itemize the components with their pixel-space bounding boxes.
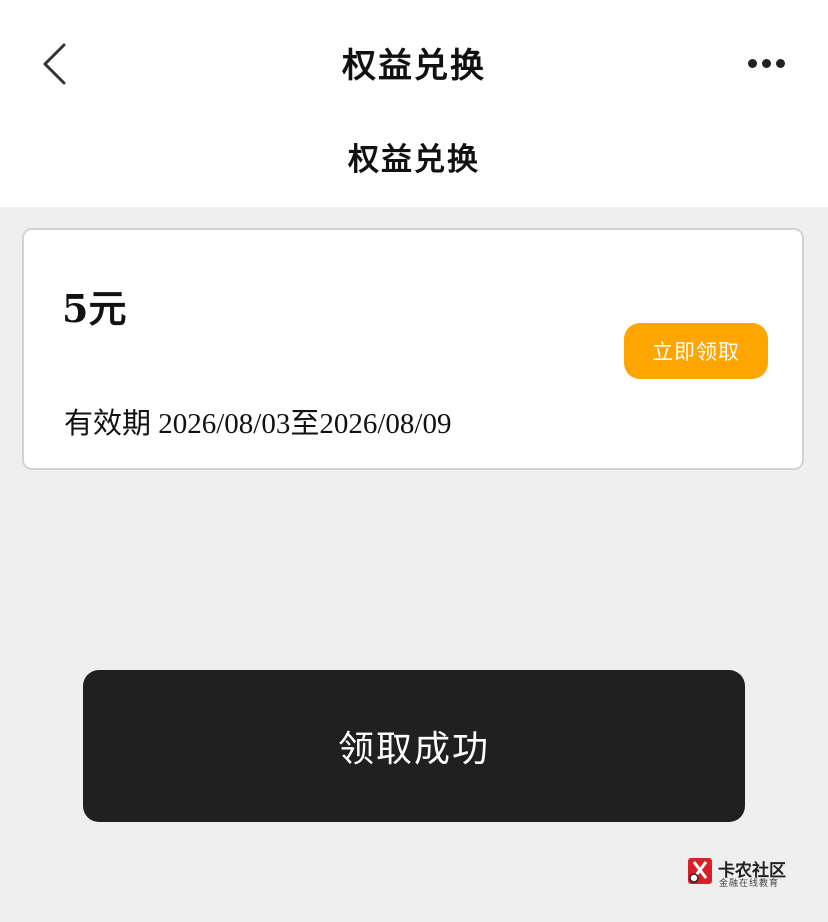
kanong-logo-icon [688, 858, 712, 884]
top-bar: 权益兑换 权益兑换 [0, 0, 828, 207]
more-icon-dot [747, 58, 757, 68]
coupon-amount: 5元 [62, 286, 127, 331]
more-button[interactable] [740, 48, 792, 78]
toast-message: 领取成功 [337, 729, 490, 770]
more-icon-dot [775, 58, 785, 68]
success-toast: 领取成功 [83, 670, 745, 822]
watermark-tagline: 金融在线教育 [719, 879, 780, 889]
more-icon-dot [761, 58, 771, 68]
page-heading: 权益兑换 [348, 142, 480, 178]
nav-title: 权益兑换 [342, 46, 486, 86]
watermark: 卡农社区 金融在线教育 [686, 852, 796, 892]
coupon-card: 5元 立即领取 有效期 2026/08/03至2026/08/09 [22, 228, 804, 470]
claim-now-button[interactable]: 立即领取 [624, 323, 768, 379]
validity-period: 有效期 2026/08/03至2026/08/09 [64, 408, 452, 440]
